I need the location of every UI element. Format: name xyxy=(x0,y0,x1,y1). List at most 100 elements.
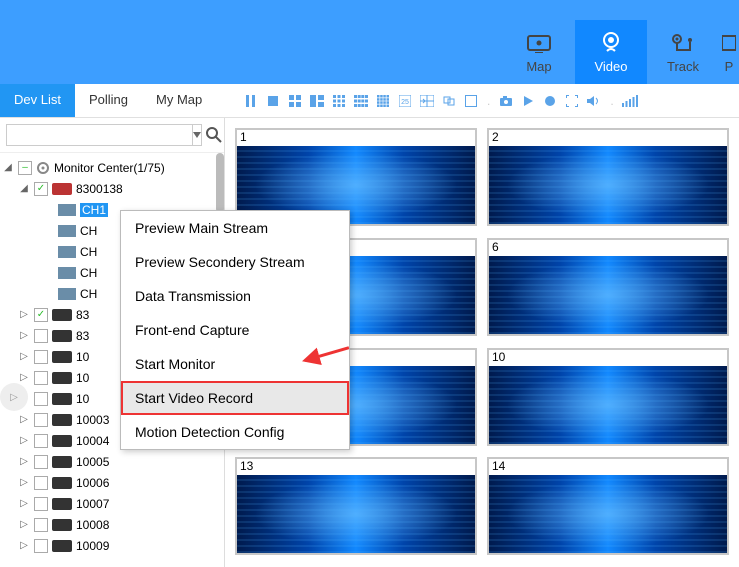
scrollbar-thumb[interactable] xyxy=(216,153,224,213)
expand-icon[interactable]: ▷ xyxy=(18,477,30,488)
collapse-icon[interactable]: ◢ xyxy=(18,183,30,194)
tab-track[interactable]: Track xyxy=(647,20,719,84)
search-dropdown-button[interactable] xyxy=(193,124,202,146)
expand-icon[interactable]: ▷ xyxy=(18,498,30,509)
checkbox[interactable] xyxy=(34,413,48,427)
grid9-icon[interactable] xyxy=(331,93,347,109)
record-icon[interactable] xyxy=(542,93,558,109)
tree-root-label: Monitor Center(1/75) xyxy=(54,161,165,175)
tab-map[interactable]: Map xyxy=(503,20,575,84)
expand-icon[interactable]: ▷ xyxy=(18,309,30,320)
gridwide-icon[interactable] xyxy=(419,93,435,109)
expand-icon[interactable]: ▷ xyxy=(18,540,30,551)
checkbox[interactable]: ✓ xyxy=(34,308,48,322)
checkbox[interactable] xyxy=(34,434,48,448)
video-cell[interactable]: 10 xyxy=(487,348,729,446)
volume-icon[interactable] xyxy=(586,93,602,109)
video-icon xyxy=(597,31,625,55)
tree-item[interactable]: ▷ 10005 xyxy=(0,451,224,472)
tree-item-label: 10004 xyxy=(76,434,109,448)
cell-number: 1 xyxy=(237,130,250,144)
grid4-icon[interactable] xyxy=(287,93,303,109)
checkbox[interactable] xyxy=(34,392,48,406)
ctx-data-transmission[interactable]: Data Transmission xyxy=(121,279,349,313)
checkbox[interactable] xyxy=(34,371,48,385)
video-thumbnail xyxy=(489,366,727,444)
checkbox[interactable] xyxy=(34,455,48,469)
search-icon xyxy=(206,127,222,143)
ctx-start-monitor[interactable]: Start Monitor xyxy=(121,347,349,381)
tab-video[interactable]: Video xyxy=(575,20,647,84)
grid16-icon[interactable] xyxy=(375,93,391,109)
separator: . xyxy=(610,94,613,108)
cell-number: 13 xyxy=(237,459,256,473)
video-cell[interactable]: 6 xyxy=(487,238,729,336)
tree-item[interactable]: ▷10008 xyxy=(0,514,224,535)
camera-icon[interactable] xyxy=(498,93,514,109)
ctx-start-video-record[interactable]: Start Video Record xyxy=(121,381,349,415)
fullscreen-icon[interactable] xyxy=(564,93,580,109)
device-icon xyxy=(52,540,72,552)
checkbox[interactable]: ✓ xyxy=(34,182,48,196)
tree-item-label: 10 xyxy=(76,371,89,385)
video-thumbnail xyxy=(489,256,727,334)
header-tabs: Map Video Track P xyxy=(503,20,739,84)
tree-item-label: 10005 xyxy=(76,455,109,469)
expand-icon[interactable]: ▷ xyxy=(18,414,30,425)
ctx-preview-secondary[interactable]: Preview Secondery Stream xyxy=(121,245,349,279)
tree-item[interactable]: ▷10007 xyxy=(0,493,224,514)
tree-item[interactable]: ▷10006 xyxy=(0,472,224,493)
tree-item[interactable]: ▷ 10009 xyxy=(0,535,224,556)
checkbox[interactable] xyxy=(34,329,48,343)
tree-channel-label: CH xyxy=(80,287,97,301)
top-header: Map Video Track P xyxy=(0,0,739,84)
expand-icon[interactable]: ▷ xyxy=(18,372,30,383)
sidebar-tab-polling[interactable]: Polling xyxy=(75,84,142,117)
grid25-icon[interactable]: 25 xyxy=(397,93,413,109)
expand-icon[interactable]: ▷ xyxy=(18,330,30,341)
screen1-icon[interactable] xyxy=(463,93,479,109)
checkbox[interactable] xyxy=(34,350,48,364)
camera-icon xyxy=(58,267,76,279)
tree-device[interactable]: ◢ ✓ 8300138 xyxy=(0,178,224,199)
expand-icon[interactable]: ▷ xyxy=(18,435,30,446)
device-icon xyxy=(52,183,72,195)
expand-icon[interactable]: ▷ xyxy=(18,519,30,530)
pause-icon[interactable] xyxy=(243,93,259,109)
ctx-preview-main[interactable]: Preview Main Stream xyxy=(121,211,349,245)
tab-cut-label: P xyxy=(725,59,734,74)
swap-icon[interactable] xyxy=(441,93,457,109)
ctx-motion-detection[interactable]: Motion Detection Config xyxy=(121,415,349,449)
expand-icon[interactable]: ▷ xyxy=(18,456,30,467)
video-cell[interactable]: 13 xyxy=(235,457,477,555)
collapse-icon[interactable]: ◢ xyxy=(2,162,14,173)
video-cell[interactable]: 14 xyxy=(487,457,729,555)
tab-cut[interactable]: P xyxy=(719,20,739,84)
checkbox[interactable] xyxy=(34,497,48,511)
tree-item-label: 10009 xyxy=(76,539,109,553)
grid6-icon[interactable] xyxy=(309,93,325,109)
stop-icon[interactable] xyxy=(265,93,281,109)
device-icon xyxy=(52,372,72,384)
search-button[interactable] xyxy=(206,124,222,146)
search-input[interactable] xyxy=(6,124,193,146)
device-icon xyxy=(52,330,72,342)
device-icon xyxy=(52,435,72,447)
expand-knob[interactable]: ▷ xyxy=(0,383,28,411)
signal-icon[interactable] xyxy=(622,93,638,109)
expand-icon[interactable]: ▷ xyxy=(18,351,30,362)
ctx-frontend-capture[interactable]: Front-end Capture xyxy=(121,313,349,347)
cell-number: 2 xyxy=(489,130,502,144)
play-icon[interactable] xyxy=(520,93,536,109)
video-cell[interactable]: 2 xyxy=(487,128,729,226)
checkbox[interactable] xyxy=(34,518,48,532)
checkbox[interactable] xyxy=(34,476,48,490)
sidebar-tab-devlist[interactable]: Dev List xyxy=(0,84,75,117)
gear-icon xyxy=(36,161,50,175)
grid12-icon[interactable] xyxy=(353,93,369,109)
camera-icon xyxy=(58,204,76,216)
tree-root[interactable]: ◢ – Monitor Center(1/75) xyxy=(0,157,224,178)
checkbox[interactable]: – xyxy=(18,161,32,175)
checkbox[interactable] xyxy=(34,539,48,553)
sidebar-tab-mymap[interactable]: My Map xyxy=(142,84,216,117)
